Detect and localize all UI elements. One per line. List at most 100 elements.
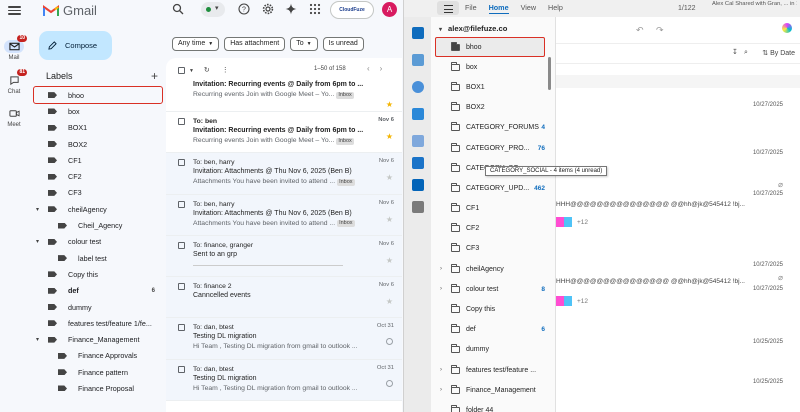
more-options-icon[interactable]: ⋮ bbox=[222, 67, 229, 74]
support-button[interactable]: ? bbox=[238, 3, 250, 15]
label-item[interactable]: Finance Approvals bbox=[34, 348, 162, 364]
label-item[interactable]: Copy this bbox=[34, 266, 162, 282]
label-item[interactable]: ▾ Finance_Management bbox=[34, 331, 162, 347]
undo-icon[interactable]: ↶ bbox=[636, 25, 644, 36]
mail-row[interactable]: To: ben, harry Nov 6 Invitation: Attachmen… bbox=[166, 153, 402, 195]
expand-arrow-icon[interactable]: ▾ bbox=[36, 238, 39, 245]
expand-arrow-icon[interactable]: ▾ bbox=[36, 206, 39, 213]
todo-app-icon[interactable] bbox=[412, 108, 424, 120]
prev-page-icon[interactable]: ‹ bbox=[367, 64, 380, 73]
filter-has-attachment[interactable]: Has attachment bbox=[224, 37, 286, 51]
star-icon[interactable]: ★ bbox=[386, 215, 393, 224]
folder-item[interactable]: › cheilAgency bbox=[431, 259, 547, 279]
label-item[interactable]: BOX2 bbox=[34, 136, 162, 152]
folder-item[interactable]: CF2 bbox=[431, 219, 547, 239]
sort-by-date[interactable]: ⇅ By Date bbox=[762, 49, 795, 57]
rail-chat[interactable]: 81 Chat bbox=[0, 69, 28, 95]
label-item[interactable]: BOX1 bbox=[34, 120, 162, 136]
label-item[interactable]: Cheil_Agency bbox=[34, 217, 162, 233]
mail-app-icon[interactable] bbox=[412, 27, 424, 39]
mail-row[interactable]: To: finance, granger Nov 6 Sent to an grp ★ bbox=[166, 235, 402, 278]
row-checkbox[interactable] bbox=[178, 324, 185, 332]
calendar-app-icon[interactable] bbox=[412, 54, 424, 66]
avatar[interactable]: A bbox=[382, 2, 397, 17]
mail-row[interactable]: To: finance 2 Nov 6 Canncelled events ★ bbox=[166, 277, 402, 319]
people-app-icon[interactable] bbox=[412, 81, 424, 93]
row-checkbox[interactable] bbox=[178, 200, 185, 208]
folder-item[interactable]: dummy bbox=[431, 340, 547, 360]
tab-home[interactable]: Home bbox=[488, 3, 509, 14]
folder-item[interactable]: BOX1 bbox=[431, 77, 547, 97]
star-icon[interactable]: ★ bbox=[386, 297, 393, 306]
mail-row[interactable]: Invitation: Recurring events @ Daily fro… bbox=[166, 80, 402, 112]
folder-item[interactable]: Copy this bbox=[431, 299, 547, 319]
star-icon[interactable]: ★ bbox=[386, 173, 393, 182]
gemini-button[interactable] bbox=[285, 3, 297, 15]
folder-item[interactable]: CATEGORY_FORUMS 4 bbox=[431, 118, 547, 138]
apps-button[interactable] bbox=[309, 3, 321, 15]
settings-button[interactable] bbox=[262, 3, 274, 15]
label-item[interactable]: CF3 bbox=[34, 185, 162, 201]
row-checkbox[interactable] bbox=[178, 159, 185, 167]
expand-arrow-icon[interactable]: ▾ bbox=[36, 336, 39, 343]
filter-is-unread[interactable]: Is unread bbox=[322, 37, 364, 51]
star-icon[interactable]: ★ bbox=[386, 100, 393, 109]
folder-item[interactable]: CATEGORY_UPD... 462 bbox=[431, 178, 547, 198]
tab-file[interactable]: File bbox=[465, 3, 477, 14]
onedrive-app-icon[interactable] bbox=[412, 157, 424, 169]
label-item[interactable]: def 6 bbox=[34, 283, 162, 299]
folder-item[interactable]: CF3 bbox=[431, 239, 547, 259]
chevron-right-icon[interactable]: › bbox=[440, 286, 442, 292]
label-item[interactable]: bhoo bbox=[33, 85, 163, 105]
filter-icon[interactable]: ⌕ bbox=[744, 49, 748, 57]
label-item[interactable]: box bbox=[34, 103, 162, 119]
mail-row[interactable]: To: dan, btest Oct 31 Testing DL migration… bbox=[166, 318, 402, 360]
add-label-button[interactable]: + bbox=[151, 69, 158, 83]
mail-row[interactable]: To: ben, harry Nov 6 Invitation: Attachmen… bbox=[166, 194, 402, 236]
gmail-logo[interactable]: Gmail bbox=[43, 3, 97, 18]
row-checkbox[interactable] bbox=[178, 241, 185, 249]
label-item[interactable]: Finance pattern bbox=[34, 364, 162, 380]
folder-item[interactable]: CF1 bbox=[431, 199, 547, 219]
mail-row[interactable]: To: ben Nov 6 Invitation: Recurring events… bbox=[166, 112, 402, 154]
notification-text[interactable]: Alex Cal Shared with Gran, ... in 10 min… bbox=[712, 1, 797, 8]
groups-app-icon[interactable] bbox=[412, 135, 424, 147]
cloudfuze-logo[interactable]: CloudFuze bbox=[330, 1, 374, 19]
snooze-icon[interactable] bbox=[386, 379, 393, 387]
row-checkbox[interactable] bbox=[178, 283, 185, 291]
folder-item[interactable]: bhoo bbox=[435, 37, 545, 58]
more-apps-icon[interactable] bbox=[412, 201, 424, 213]
label-item[interactable]: ▾ cheilAgency bbox=[34, 201, 162, 217]
filter-to[interactable]: To ▼ bbox=[290, 37, 318, 51]
folder-item[interactable]: CATEGORY_PRO... 76 bbox=[431, 138, 547, 158]
row-checkbox[interactable] bbox=[178, 118, 185, 125]
chevron-right-icon[interactable]: › bbox=[440, 266, 442, 272]
folder-item[interactable]: box bbox=[431, 57, 547, 77]
star-icon[interactable]: ★ bbox=[386, 256, 393, 265]
copilot-icon[interactable] bbox=[782, 23, 792, 33]
sort-direction-icon[interactable]: ↧ bbox=[732, 48, 738, 56]
status-selector[interactable]: ▾ bbox=[201, 2, 225, 17]
label-item[interactable]: Finance Proposal bbox=[34, 380, 162, 396]
tab-view[interactable]: View bbox=[521, 3, 536, 14]
redo-icon[interactable]: ↷ bbox=[656, 25, 664, 36]
refresh-icon[interactable]: ↻ bbox=[204, 67, 210, 74]
star-icon[interactable]: ★ bbox=[386, 132, 393, 141]
folder-item[interactable]: › colour test 8 bbox=[431, 279, 547, 299]
exchange-app-icon[interactable] bbox=[412, 179, 424, 191]
label-item[interactable]: dummy bbox=[34, 299, 162, 315]
account-header[interactable]: ▾ alex@filefuze.co bbox=[439, 24, 507, 33]
tab-help[interactable]: Help bbox=[548, 3, 563, 14]
compose-button[interactable]: Compose bbox=[39, 31, 112, 60]
chevron-down-icon[interactable]: ▼ bbox=[189, 68, 194, 74]
folder-item[interactable]: › features test/feature ... bbox=[431, 360, 547, 380]
label-item[interactable]: CF2 bbox=[34, 168, 162, 184]
rail-meet[interactable]: Meet bbox=[0, 107, 28, 128]
folder-item[interactable]: folder 44 bbox=[431, 400, 547, 412]
row-checkbox[interactable] bbox=[178, 365, 185, 373]
rail-mail[interactable]: 10 Mail bbox=[0, 35, 28, 61]
chevron-right-icon[interactable]: › bbox=[440, 387, 442, 393]
select-all-checkbox[interactable] bbox=[178, 66, 185, 74]
folder-item[interactable]: BOX2 bbox=[431, 98, 547, 118]
main-menu-button[interactable] bbox=[8, 4, 21, 16]
